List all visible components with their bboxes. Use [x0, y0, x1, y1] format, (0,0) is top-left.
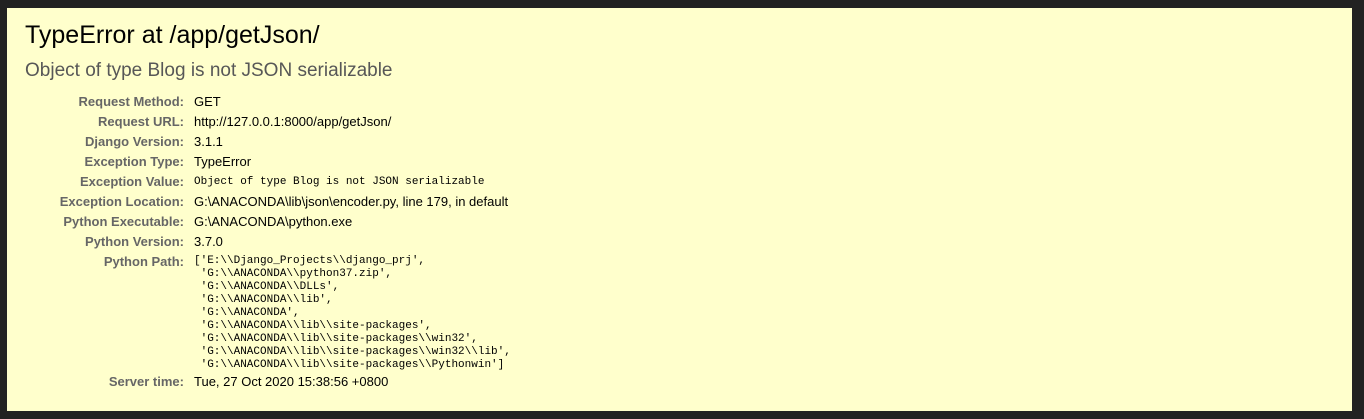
request-url-value: http://127.0.0.1:8000/app/getJson/ — [194, 114, 392, 129]
exception-value-value: Object of type Blog is not JSON serializ… — [194, 176, 485, 188]
request-method-value: GET — [194, 94, 221, 109]
server-time-value: Tue, 27 Oct 2020 15:38:56 +0800 — [194, 374, 389, 389]
meta-row-python-version: Python Version: 3.7.0 — [7, 232, 511, 252]
python-path-entry: 'G:\\ANACONDA\\lib\\site-packages\\win32… — [194, 333, 478, 345]
python-version-value: 3.7.0 — [194, 234, 223, 249]
meta-row-python-path: Python Path: ['E:\\Django_Projects\\djan… — [7, 252, 511, 372]
python-path-entry: 'G:\\ANACONDA\\python37.zip', — [194, 268, 393, 280]
python-path-entry: 'G:\\ANACONDA\\lib\\site-packages\\win32… — [194, 346, 511, 358]
request-url-label: Request URL: — [98, 114, 184, 129]
exception-type-label: Exception Type: — [84, 154, 184, 169]
error-summary-panel: TypeError at /app/getJson/ Object of typ… — [7, 8, 1352, 411]
exception-location-value: G:\ANACONDA\lib\json\encoder.py, line 17… — [194, 194, 509, 209]
django-version-value: 3.1.1 — [194, 134, 223, 149]
exception-value-label: Exception Value: — [79, 174, 184, 189]
python-path-entry: ['E:\\Django_Projects\\django_prj', — [194, 255, 426, 267]
python-version-label: Python Version: — [85, 234, 184, 249]
meta-row-django-version: Django Version: 3.1.1 — [7, 132, 511, 152]
python-path-entry: 'G:\\ANACONDA\\lib\\site-packages\\Pytho… — [194, 359, 505, 371]
meta-row-exception-location: Exception Location: G:\ANACONDA\lib\json… — [7, 192, 511, 212]
meta-row-exception-type: Exception Type: TypeError — [7, 152, 511, 172]
python-executable-label: Python Executable: — [63, 214, 184, 229]
python-path-entry: 'G:\\ANACONDA\\lib', — [194, 294, 333, 306]
request-meta-table: Request Method: GET Request URL: http://… — [7, 92, 511, 392]
meta-row-server-time: Server time: Tue, 27 Oct 2020 15:38:56 +… — [7, 372, 511, 392]
server-time-label: Server time: — [108, 374, 184, 389]
python-path-entry: 'G:\\ANACONDA\\lib\\site-packages', — [194, 320, 432, 332]
python-executable-value: G:\ANACONDA\python.exe — [194, 214, 353, 229]
request-method-label: Request Method: — [78, 94, 184, 109]
python-path-entry: 'G:\\ANACONDA\\DLLs', — [194, 281, 340, 293]
python-path-value: ['E:\\Django_Projects\\django_prj', 'G:\… — [194, 252, 511, 372]
error-title: TypeError at /app/getJson/ — [25, 21, 320, 49]
meta-row-request-url: Request URL: http://127.0.0.1:8000/app/g… — [7, 112, 511, 132]
python-path-label: Python Path: — [103, 254, 184, 269]
error-message: Object of type Blog is not JSON serializ… — [25, 60, 393, 81]
meta-row-exception-value: Exception Value: Object of type Blog is … — [7, 172, 511, 192]
exception-location-label: Exception Location: — [59, 194, 184, 209]
exception-type-value: TypeError — [194, 154, 252, 169]
meta-row-request-method: Request Method: GET — [7, 92, 511, 112]
django-version-label: Django Version: — [85, 134, 184, 149]
python-path-list: ['E:\\Django_Projects\\django_prj', 'G:\… — [194, 252, 511, 372]
meta-row-python-executable: Python Executable: G:\ANACONDA\python.ex… — [7, 212, 511, 232]
python-path-entry: 'G:\\ANACONDA', — [194, 307, 300, 319]
